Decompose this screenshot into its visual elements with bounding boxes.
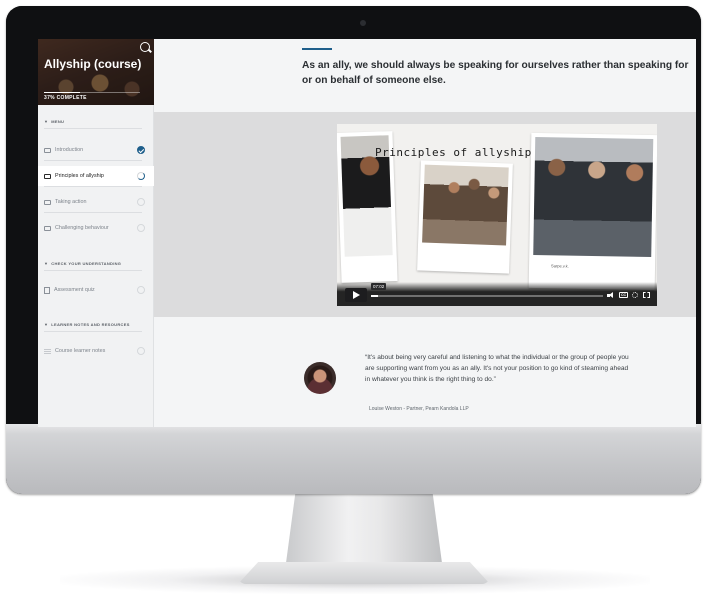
- polaroid-photo-team: Sarpe.v.k.: [528, 132, 657, 291]
- caret-down-icon: ▼: [44, 322, 49, 327]
- not-started-icon: [137, 198, 145, 206]
- sidebar-section-title: LEARNER NOTES AND RESOURCES: [51, 322, 130, 327]
- course-progress-fill: [44, 92, 80, 93]
- video-scrubber[interactable]: [371, 295, 603, 297]
- sidebar-divider: [44, 160, 142, 161]
- notes-icon: [44, 348, 51, 354]
- complete-check-icon: [137, 146, 145, 154]
- sidebar-item-label: Assessment quiz: [54, 287, 95, 293]
- caret-down-icon: ▼: [44, 261, 49, 266]
- not-started-icon: [137, 347, 145, 355]
- sidebar-item-label: Taking action: [55, 199, 87, 205]
- not-started-icon: [137, 224, 145, 232]
- lesson-page-icon: [44, 225, 51, 231]
- sidebar-section-title: MENU: [51, 119, 65, 124]
- sidebar-section-learner-notes[interactable]: ▼ LEARNER NOTES AND RESOURCES: [44, 322, 130, 327]
- in-progress-icon: [137, 172, 145, 180]
- sidebar-divider: [44, 186, 142, 187]
- gear-icon[interactable]: [632, 292, 638, 298]
- photo-image: [422, 164, 509, 246]
- sidebar-item-label: Challenging behaviour: [55, 225, 109, 231]
- course-title: Allyship (course): [44, 57, 142, 71]
- accent-bar: [302, 48, 332, 50]
- monitor-stand-neck: [286, 493, 442, 563]
- sidebar-divider: [44, 270, 142, 271]
- course-progress-bar: [44, 92, 140, 93]
- sidebar-item-label: Course learner notes: [55, 348, 106, 354]
- sidebar-divider: [44, 212, 142, 213]
- lesson-page-icon: [44, 147, 51, 153]
- lesson-page-icon: [44, 199, 51, 205]
- not-started-icon: [137, 286, 145, 294]
- sidebar-divider: [44, 331, 142, 332]
- quiz-icon: [44, 286, 50, 294]
- testimonial-attribution: Louise Weston - Partner, Pearn Kandola L…: [369, 406, 469, 412]
- camera-icon: [360, 20, 366, 26]
- course-screen: Allyship (course) 37% COMPLETE ▼ MENU Int…: [38, 39, 696, 427]
- video-title: Principles of allyship: [375, 146, 532, 159]
- sidebar-divider: [44, 128, 142, 129]
- video-player[interactable]: Sarpe.v.k. Principles of allyship 07:02 …: [337, 124, 657, 306]
- monitor-chin: [6, 424, 701, 494]
- lesson-content: As an ally, we should always be speaking…: [154, 39, 696, 427]
- sidebar-section-check-your-understanding[interactable]: ▼ CHECK YOUR UNDERSTANDING: [44, 261, 121, 266]
- monitor-stand-base: [238, 562, 490, 584]
- video-section: Sarpe.v.k. Principles of allyship 07:02 …: [154, 112, 696, 317]
- caret-down-icon: ▼: [44, 119, 49, 124]
- video-duration: 07:02: [371, 283, 387, 290]
- photo-image: [533, 136, 654, 258]
- imac-monitor: Allyship (course) 37% COMPLETE ▼ MENU Int…: [6, 6, 701, 494]
- testimonial-quote: “It's about being very careful and liste…: [365, 354, 629, 383]
- testimonial-block: “It's about being very careful and liste…: [154, 317, 696, 427]
- sidebar-item-label: Principles of allyship: [55, 173, 104, 179]
- course-sidebar: Allyship (course) 37% COMPLETE ▼ MENU Int…: [38, 39, 154, 427]
- video-played-progress: [371, 295, 378, 297]
- polaroid-photo-group: [417, 160, 513, 274]
- captions-icon[interactable]: CC: [619, 292, 628, 298]
- lesson-statement: As an ally, we should always be speaking…: [302, 60, 689, 86]
- lesson-page-icon: [44, 173, 51, 179]
- play-button[interactable]: [345, 288, 367, 302]
- avatar: [304, 362, 336, 394]
- sidebar-section-title: CHECK YOUR UNDERSTANDING: [51, 261, 122, 266]
- fullscreen-icon[interactable]: [643, 292, 650, 298]
- photo-caption: Sarpe.v.k.: [551, 263, 569, 269]
- course-progress-label: 37% COMPLETE: [44, 95, 87, 101]
- volume-icon[interactable]: [607, 292, 615, 299]
- sidebar-section-menu[interactable]: ▼ MENU: [44, 119, 64, 124]
- sidebar-item-label: Introduction: [55, 147, 84, 153]
- search-icon[interactable]: [140, 42, 150, 52]
- video-controls: 07:02 CC: [337, 282, 657, 306]
